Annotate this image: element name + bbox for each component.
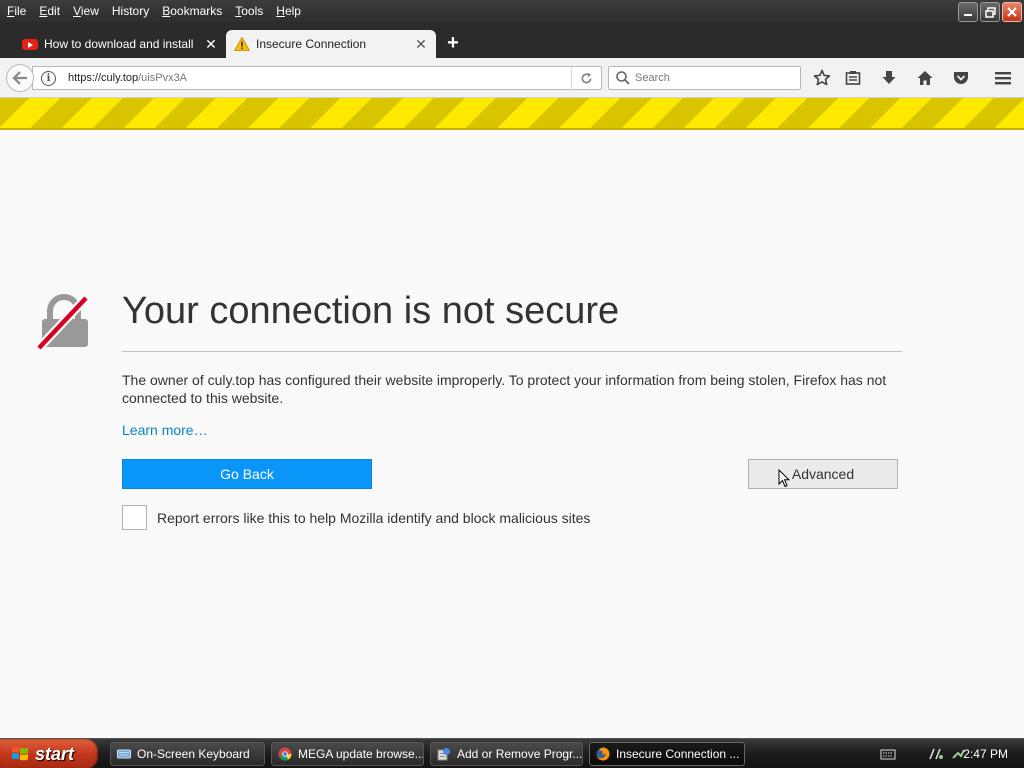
back-button[interactable] [6, 64, 34, 92]
window-controls [958, 2, 1022, 22]
pocket-icon [954, 72, 968, 84]
go-back-button[interactable]: Go Back [122, 459, 372, 489]
task-label: Add or Remove Progr... [457, 747, 583, 761]
url-bar[interactable]: i https://culy.top/uisPvx3A [32, 66, 602, 90]
task-label: On-Screen Keyboard [137, 747, 250, 761]
menu-bar: File Edit View History Bookmarks Tools H… [0, 0, 1024, 22]
navigation-toolbar: i https://culy.top/uisPvx3A [0, 58, 1024, 98]
menu-bookmarks[interactable]: Bookmarks [155, 0, 228, 22]
search-box[interactable] [608, 66, 801, 90]
page-title: Your connection is not secure [122, 290, 620, 332]
warning-icon [234, 37, 250, 51]
hamburger-menu-icon [995, 72, 1011, 85]
tab-strip: How to download and install ... ✕ Insecu… [0, 22, 1024, 58]
title-divider [122, 351, 902, 352]
bookmarks-menu-button[interactable] [843, 68, 863, 88]
task-label: Insecure Connection ... [616, 747, 740, 761]
close-window-button[interactable] [1002, 2, 1022, 22]
keyboard-icon [117, 749, 131, 759]
task-label: MEGA update browse... [298, 747, 424, 761]
report-errors-row: Report errors like this to help Mozilla … [122, 505, 590, 530]
tab-youtube[interactable]: How to download and install ... ✕ [14, 30, 226, 58]
new-tab-button[interactable]: + [443, 32, 463, 56]
start-label: start [35, 743, 75, 764]
taskbar-clock: 2:47 PM [963, 747, 1008, 761]
restore-button[interactable] [980, 2, 1000, 22]
taskbar-item-insecure-connection[interactable]: Insecure Connection ... [589, 742, 745, 766]
chrome-icon [278, 747, 292, 761]
search-input[interactable] [635, 72, 795, 84]
report-errors-label[interactable]: Report errors like this to help Mozilla … [157, 510, 590, 526]
tab-insecure-connection[interactable]: Insecure Connection ✕ [226, 30, 436, 58]
programs-icon [437, 748, 450, 761]
mouse-cursor-icon [778, 469, 790, 488]
broken-lock-icon [36, 294, 90, 351]
menu-tools[interactable]: Tools [228, 0, 269, 22]
menu-help[interactable]: Help [269, 0, 307, 22]
close-icon [1007, 7, 1017, 17]
bookmark-star-button[interactable] [812, 68, 832, 88]
downloads-button[interactable] [879, 68, 899, 88]
keyboard-tray-icon[interactable] [880, 747, 896, 761]
advanced-button[interactable]: Advanced [748, 459, 898, 489]
tab-label: Insecure Connection [256, 37, 367, 51]
error-description: The owner of culy.top has configured the… [122, 372, 887, 406]
clipboard-list-icon [845, 71, 861, 85]
open-menu-button[interactable] [993, 68, 1013, 88]
taskbar-item-add-remove-programs[interactable]: Add or Remove Progr... [430, 742, 583, 766]
url-text[interactable]: https://culy.top/uisPvx3A [68, 72, 571, 84]
pocket-button[interactable] [951, 68, 971, 88]
reload-button[interactable] [571, 67, 601, 89]
windows-logo-icon [12, 746, 28, 761]
search-icon [616, 71, 630, 85]
learn-more-link[interactable]: Learn more… [122, 422, 208, 438]
minimize-icon [964, 14, 972, 16]
restore-icon [984, 6, 996, 18]
menu-view[interactable]: View [66, 0, 105, 22]
close-tab-icon[interactable]: ✕ [414, 36, 428, 53]
star-icon [813, 69, 831, 86]
error-page: Your connection is not secure The owner … [0, 130, 1024, 738]
minimize-button[interactable] [958, 2, 978, 22]
warning-stripe [0, 98, 1024, 130]
youtube-icon [22, 38, 38, 50]
arrow-left-icon [12, 71, 27, 85]
taskbar-item-mega-update[interactable]: MEGA update browse... [271, 742, 424, 766]
download-arrow-icon [882, 71, 896, 84]
tab-label: How to download and install ... [44, 37, 198, 51]
home-button[interactable] [915, 68, 935, 88]
start-button[interactable]: start [0, 739, 98, 768]
taskbar-item-on-screen-keyboard[interactable]: On-Screen Keyboard [110, 742, 265, 766]
close-tab-icon[interactable]: ✕ [204, 36, 218, 53]
menu-file[interactable]: File [0, 0, 32, 22]
menu-history[interactable]: History [105, 0, 155, 22]
home-icon [917, 71, 933, 85]
reload-icon [581, 72, 592, 83]
site-info-icon[interactable]: i [41, 70, 56, 86]
report-errors-checkbox[interactable] [122, 505, 147, 530]
network-tray-icon[interactable] [928, 747, 944, 761]
menu-edit[interactable]: Edit [32, 0, 66, 22]
taskbar: start On-Screen Keyboard MEGA update bro… [0, 738, 1024, 768]
firefox-icon [596, 747, 610, 761]
